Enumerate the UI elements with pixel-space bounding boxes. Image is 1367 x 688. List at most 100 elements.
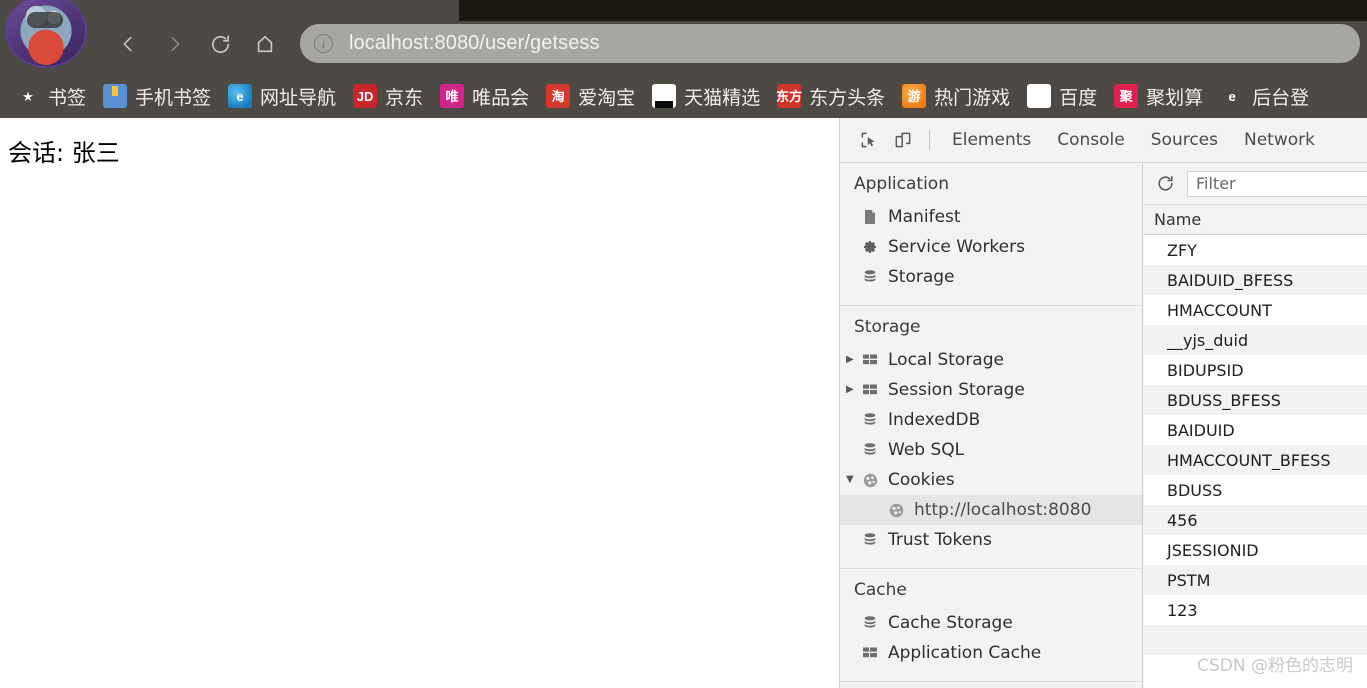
tree-item-label: Service Workers (888, 237, 1025, 257)
jd-icon: JD (353, 84, 378, 108)
bookmark-label: 后台登 (1252, 86, 1310, 109)
tree-spacer: ▶ (846, 242, 860, 252)
bookmark-item[interactable]: 手机书签 (103, 83, 211, 110)
tree-spacer: ▶ (846, 272, 860, 282)
tab-network[interactable]: Network (1231, 130, 1328, 150)
cookie-row[interactable]: BDUSS (1144, 475, 1367, 505)
bookmark-label: 天猫精选 (684, 86, 761, 109)
tree-item-label: Cache Storage (888, 613, 1013, 633)
table-icon (862, 382, 878, 398)
tree-item-cache-storage[interactable]: ▶ Cache Storage (840, 608, 1142, 638)
chevron-down-icon[interactable]: ▼ (846, 475, 860, 485)
tree-spacer: ▶ (846, 212, 860, 222)
profile-avatar[interactable] (5, 0, 87, 68)
page-viewport: 会话: 张三 (0, 118, 839, 688)
bookmark-item[interactable]: 游热门游戏 (902, 83, 1010, 110)
tree-item-label: Local Storage (888, 350, 1004, 370)
tmall-icon: T (652, 84, 677, 108)
info-icon[interactable]: i (314, 34, 333, 53)
bookmark-item[interactable]: e 网址导航 (228, 83, 336, 110)
tab-console[interactable]: Console (1044, 130, 1138, 150)
cookie-row[interactable]: PSTM (1144, 565, 1367, 595)
tree-item-session-storage[interactable]: ▶ Session Storage (840, 375, 1142, 405)
watermark: CSDN @粉色的志明 (1197, 656, 1353, 676)
cookie-row[interactable]: JSESSIONID (1144, 535, 1367, 565)
bookmark-item[interactable]: e 后台登 (1220, 83, 1310, 110)
cookie-row[interactable]: 456 (1144, 505, 1367, 535)
cookie-column-header-name[interactable]: Name (1144, 205, 1367, 235)
tab-elements[interactable]: Elements (939, 130, 1044, 150)
tree-item-manifest[interactable]: ▶ Manifest (840, 202, 1142, 232)
home-icon (254, 33, 276, 55)
bookmark-label: 唯品会 (472, 86, 530, 109)
cookie-filter-input[interactable] (1187, 170, 1367, 197)
tree-item-label: Trust Tokens (888, 530, 992, 550)
tree-item-indexeddb[interactable]: ▶ IndexedDB (840, 405, 1142, 435)
cookie-row[interactable]: BIDUPSID (1144, 355, 1367, 385)
tab-sources[interactable]: Sources (1138, 130, 1231, 150)
reload-button[interactable] (202, 26, 238, 62)
cookie-row[interactable]: HMACCOUNT (1144, 295, 1367, 325)
bookmark-label: 百度 (1059, 86, 1098, 109)
dongfang-icon: 东方 (776, 84, 802, 108)
baidu-icon: 百 (1027, 84, 1052, 108)
bookmark-item[interactable]: JD 京东 (353, 83, 423, 110)
home-button[interactable] (247, 26, 283, 62)
tree-spacer: ▶ (846, 415, 860, 425)
inspect-element-icon[interactable] (852, 123, 886, 157)
tree-item-web-sql[interactable]: ▶ Web SQL (840, 435, 1142, 465)
cookie-row[interactable]: HMACCOUNT_BFESS (1144, 445, 1367, 475)
tree-item-local-storage[interactable]: ▶ Local Storage (840, 345, 1142, 375)
vip-icon: 唯 (440, 84, 465, 108)
bookmark-item[interactable]: 淘爱淘宝 (546, 83, 635, 110)
bookmark-item[interactable]: 聚聚划算 (1114, 83, 1203, 110)
cookie-row[interactable]: BAIDUID_BFESS (1144, 265, 1367, 295)
bookmark-label: 网址导航 (260, 86, 337, 109)
tree-item-http-localhost-8080[interactable]: ▶ http://localhost:8080 (840, 495, 1142, 525)
devtools-panel: Elements Console Sources Network Applica… (839, 118, 1367, 688)
cookie-row[interactable]: BDUSS_BFESS (1144, 385, 1367, 415)
bookmark-item[interactable]: 唯唯品会 (440, 83, 529, 110)
cookie-row[interactable]: ZFY (1144, 235, 1367, 265)
chevron-right-icon[interactable]: ▶ (846, 355, 860, 365)
bookmark-item[interactable]: 百百度 (1027, 83, 1097, 110)
tree-section: Application ▶ Manifest ▶ Service Workers ▶ Sto… (840, 163, 1142, 306)
cookie-table-panel: Name ZFYBAIDUID_BFESSHMACCOUNT__yjs_duid… (1144, 163, 1367, 688)
bookmark-label: 爱淘宝 (578, 86, 636, 109)
cookie-row[interactable]: BAIDUID (1144, 415, 1367, 445)
cookie-row-list: ZFY BAIDUID_BFESS HMACCOUNT __yjs_duid BIDUP… (1144, 235, 1367, 655)
device-toolbar-icon[interactable] (886, 123, 920, 157)
tree-spacer: ▶ (846, 535, 860, 545)
back-button[interactable] (110, 26, 146, 62)
mobile-bookmark-icon (103, 84, 128, 108)
tree-section: Cache ▶ Cache Storage ▶ Application Cache (840, 569, 1142, 682)
tree-item-application-cache[interactable]: ▶ Application Cache (840, 638, 1142, 668)
tree-spacer: ▶ (846, 445, 860, 455)
tree-item-cookies[interactable]: ▼ Cookies (840, 465, 1142, 495)
bookmark-label: 热门游戏 (934, 86, 1011, 109)
refresh-icon[interactable] (1156, 171, 1175, 197)
bookmark-item[interactable]: 东方 东方头条 (776, 83, 886, 110)
tree-section-title: Cache (854, 580, 907, 600)
database-icon (862, 442, 878, 458)
application-sidebar: Application▶Manifest▶Service Workers▶Sto… (840, 163, 1143, 688)
bookmark-label: 东方头条 (809, 86, 886, 109)
tree-item-service-workers[interactable]: ▶ Service Workers (840, 232, 1142, 262)
edge-icon: e (228, 84, 253, 108)
address-bar-url: localhost:8080/user/getsess (349, 32, 600, 54)
bookmark-item[interactable]: T 天猫精选 (652, 83, 760, 110)
cookie-row[interactable]: __yjs_duid (1144, 325, 1367, 355)
bookmark-label: 书签 (48, 86, 87, 109)
address-bar[interactable]: i localhost:8080/user/getsess (300, 24, 1360, 63)
cookie-icon (862, 472, 878, 488)
page-heading: 会话: 张三 (8, 139, 120, 167)
tree-item-trust-tokens[interactable]: ▶ Trust Tokens (840, 525, 1142, 555)
juhuasuan-icon: 聚 (1114, 84, 1139, 108)
forward-button[interactable] (157, 26, 193, 62)
tree-item-storage[interactable]: ▶ Storage (840, 262, 1142, 292)
bookmark-label: 手机书签 (135, 86, 212, 109)
cookie-row[interactable]: 123 (1144, 595, 1367, 625)
database-icon (862, 615, 878, 631)
bookmark-item[interactable]: ★ 书签 (16, 83, 86, 110)
chevron-right-icon[interactable]: ▶ (846, 385, 860, 395)
